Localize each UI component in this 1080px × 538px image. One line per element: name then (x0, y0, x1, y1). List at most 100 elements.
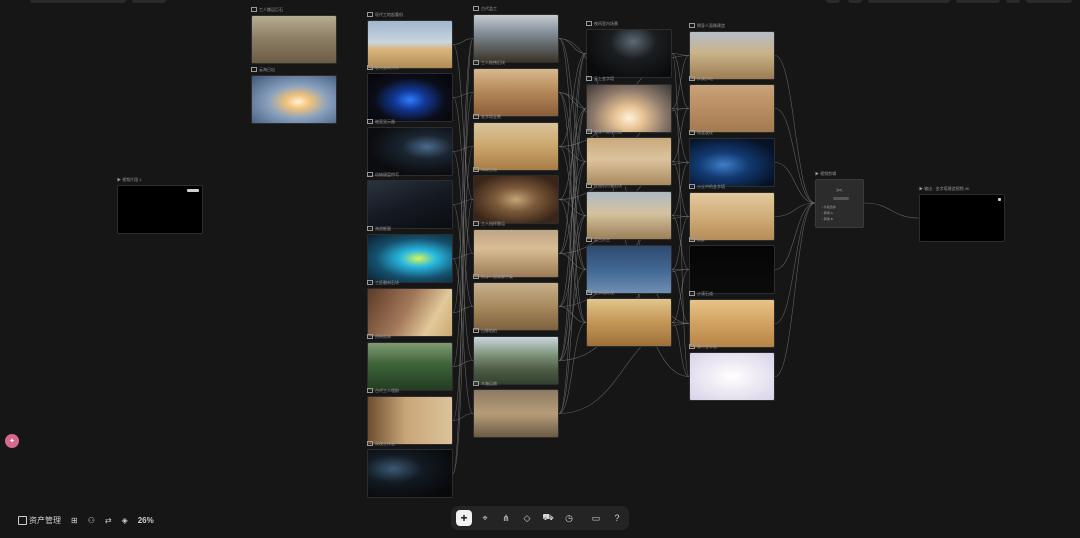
wire (671, 215, 690, 217)
image-node[interactable]: 暗室显示器 (367, 119, 453, 176)
assistant-fab[interactable]: ✦ (5, 434, 19, 448)
image-node-title: 云海日出 (259, 67, 275, 72)
wire (452, 44, 474, 200)
merge-node[interactable]: ▶ 视频剪辑 ✂ • 片段合并 • 转场 A • 转场 B (815, 171, 864, 228)
image-node[interactable]: 沙漠石道 (689, 291, 775, 348)
image-node[interactable]: 深夜工作室 (367, 441, 453, 498)
image-node[interactable]: 机械键盘特写 (367, 172, 453, 229)
image-node[interactable]: 热带雨林 (367, 334, 453, 391)
image-node-title: 工人指挥搬运 (481, 221, 505, 226)
image-node[interactable]: 雾中金字塔 (689, 344, 775, 401)
wire (671, 161, 690, 163)
image-icon (689, 237, 695, 243)
image-icon (251, 67, 257, 73)
image-thumbnail (367, 20, 453, 69)
image-node[interactable]: 沙丘中的金字塔 (689, 184, 775, 241)
top-export-stub[interactable] (956, 0, 1000, 3)
grid-icon[interactable]: ⊞ (71, 516, 78, 525)
fit-view-icon[interactable]: ◈ (122, 516, 128, 525)
zoom-level[interactable]: 26% (138, 516, 154, 525)
wire (671, 53, 690, 377)
image-thumbnail (586, 298, 672, 347)
image-node[interactable]: 金字塔全景 (473, 114, 559, 171)
image-node[interactable]: 夜间室内场景 (586, 21, 672, 78)
image-node-title: 暗室显示器 (375, 119, 395, 124)
image-icon (367, 441, 373, 447)
wire (774, 55, 816, 204)
image-node-header: 工人拖拽石块 (473, 59, 559, 67)
image-thumbnail (473, 14, 559, 63)
image-node-title: 沙漠石道 (697, 291, 713, 296)
model-button[interactable]: ⛟ (540, 510, 556, 526)
select-pointer-button[interactable]: ⌖ (477, 510, 493, 526)
image-node[interactable]: 古代工人墙前 (367, 388, 453, 445)
asset-manager-button[interactable]: 资产管理 (18, 515, 61, 526)
image-thumbnail (367, 396, 453, 445)
image-node[interactable]: 黑屏 (689, 237, 775, 294)
image-icon (473, 328, 479, 334)
image-node[interactable]: 发光悬浮方块 (367, 65, 453, 122)
image-node[interactable]: 海浪能量 (367, 226, 453, 283)
image-thumbnail (473, 68, 559, 117)
image-node[interactable]: 蓝色天空 (586, 237, 672, 294)
wire (558, 53, 587, 147)
history-button[interactable]: ◷ (561, 510, 577, 526)
image-node[interactable]: 深蓝波纹 (689, 130, 775, 187)
top-share-stub[interactable] (1026, 0, 1072, 3)
image-icon (367, 226, 373, 232)
image-node[interactable]: 狮身人面像脚手架 (473, 274, 559, 331)
image-node[interactable]: 金字塔仰视 (586, 290, 672, 347)
image-node[interactable]: 木箱运输 (473, 381, 559, 438)
wire (452, 360, 474, 367)
image-node-title: 工人拖拽石块 (481, 60, 505, 65)
image-node[interactable]: 狮身人面像建造 (689, 23, 775, 80)
image-node[interactable]: 陶碗谷物 (473, 167, 559, 224)
output-node[interactable]: ▶ 输出 · 金字塔建造视频 4K (919, 186, 1005, 242)
image-node[interactable]: 工匠雕刻石块 (367, 280, 453, 337)
image-thumbnail (689, 245, 775, 294)
image-node[interactable]: 现代工地起重机 (367, 12, 453, 69)
preview-button[interactable]: ▭ (588, 510, 604, 526)
image-node[interactable]: 挖掘机吊装石块 (586, 183, 672, 240)
text-input-node[interactable]: ▶ 视频片段 1 (117, 177, 203, 234)
image-node[interactable]: 云海日出 (251, 67, 337, 124)
top-action-stub[interactable] (868, 0, 950, 3)
image-node[interactable]: 山脉航拍 (473, 328, 559, 385)
wire (558, 306, 587, 323)
top-icon-stub-2[interactable] (848, 0, 862, 3)
image-node[interactable]: 沙漠沙地 (689, 76, 775, 133)
add-node-button[interactable]: + (456, 510, 472, 526)
image-thumbnail (473, 282, 559, 331)
swap-icon[interactable]: ⇄ (105, 516, 112, 525)
wire (671, 53, 690, 56)
top-tab-stub[interactable] (132, 0, 166, 3)
help-button[interactable]: ? (609, 510, 625, 526)
wire (452, 92, 474, 98)
wire (452, 258, 474, 414)
image-node-header: 山脉航拍 (473, 327, 559, 335)
top-avatar-stub[interactable] (1006, 0, 1020, 3)
image-thumbnail (473, 175, 559, 224)
image-node-title: 山脉航拍 (481, 328, 497, 333)
image-node[interactable]: 工人拖拽石块 (473, 60, 559, 117)
image-icon (367, 280, 373, 286)
top-icon-stub[interactable] (826, 0, 840, 3)
image-node-header: 雾中金字塔 (689, 343, 775, 351)
shapes-button[interactable]: ◇ (519, 510, 535, 526)
image-node[interactable]: 古代监工 (473, 6, 559, 63)
image-node[interactable]: 工人搬运巨石 (251, 7, 337, 64)
node-status-badge (187, 189, 199, 192)
share-button[interactable]: ⋔ (498, 510, 514, 526)
image-node-header: 金字塔仰视 (586, 289, 672, 297)
image-node[interactable]: 狮身人面像正面 (586, 129, 672, 186)
top-menu-stub[interactable] (30, 0, 126, 3)
wire (671, 108, 690, 163)
wire (558, 92, 587, 216)
image-icon (251, 7, 257, 13)
user-icon[interactable]: ⚇ (88, 516, 95, 525)
image-node-header: 夜间室内场景 (586, 20, 672, 28)
wire (671, 215, 690, 270)
image-node[interactable]: 云上金字塔 (586, 76, 672, 133)
image-node[interactable]: 工人指挥搬运 (473, 221, 559, 278)
image-node-header: 沙丘中的金字塔 (689, 183, 775, 191)
